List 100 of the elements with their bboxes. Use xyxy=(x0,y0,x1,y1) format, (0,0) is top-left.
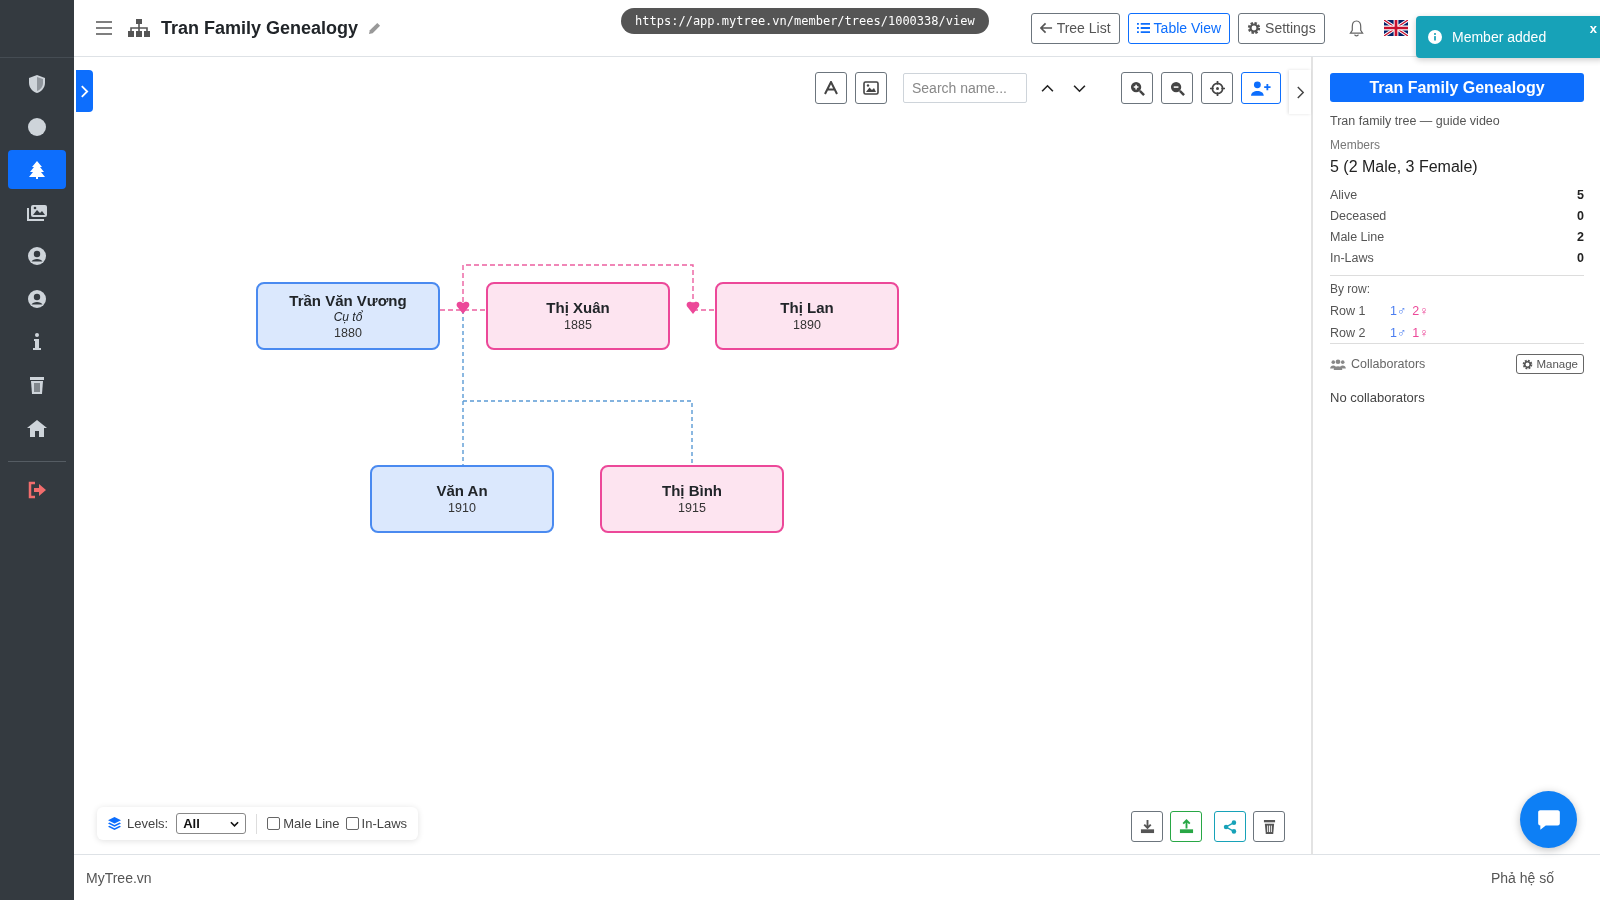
settings-icon xyxy=(1247,21,1262,35)
delete-button[interactable] xyxy=(1253,811,1285,842)
tree-icon xyxy=(27,159,47,180)
members-count: 5 (2 Male, 3 Female) xyxy=(1330,158,1479,176)
levels-select[interactable]: All xyxy=(176,813,247,834)
footer-brand: MyTree.vn xyxy=(86,869,152,886)
share-button[interactable] xyxy=(1214,811,1246,842)
layers-icon xyxy=(108,817,121,830)
inlaw-label: In-Laws xyxy=(1330,251,1374,267)
expand-sidebar-button[interactable] xyxy=(76,70,93,112)
person-card[interactable]: Văn An 1910 xyxy=(370,465,554,533)
person-card[interactable]: Trần Văn Vương Cụ tổ 1880 xyxy=(256,282,440,350)
levels-label: Levels: xyxy=(127,816,169,831)
header-button[interactable]: Tree List xyxy=(1030,12,1120,44)
alive-label: Alive xyxy=(1330,188,1358,204)
deceased-count: 0 xyxy=(1577,209,1584,225)
birth-year: 1910 xyxy=(448,500,476,516)
male-count: 2 xyxy=(1577,230,1584,246)
checkbox-label[interactable]: In-Laws xyxy=(361,816,408,831)
zoom-out-button[interactable] xyxy=(1161,72,1193,104)
trash-icon xyxy=(1262,819,1276,834)
male-count: 1♂ xyxy=(1390,304,1407,318)
birth-year: 1885 xyxy=(564,317,592,333)
male-count: 1♂ xyxy=(1390,326,1407,340)
letter-a-icon xyxy=(824,81,838,95)
by-row-label: By row: xyxy=(1330,282,1371,296)
upload-icon xyxy=(1178,819,1194,834)
female-count: 1♀ xyxy=(1412,326,1429,340)
upload-button[interactable] xyxy=(1170,811,1202,842)
person-name: Thị Xuân xyxy=(546,299,610,317)
user-plus-icon xyxy=(1251,80,1271,96)
female-count: 2♀ xyxy=(1412,304,1429,318)
person-card[interactable]: Thị Xuân 1885 xyxy=(486,282,670,350)
checkbox[interactable] xyxy=(267,817,281,830)
manage-button[interactable]: Manage xyxy=(1516,354,1584,374)
menu-icon xyxy=(96,21,112,35)
sidebar-tree-button[interactable] xyxy=(8,150,66,189)
chat-button[interactable] xyxy=(1520,791,1577,848)
user-icon xyxy=(27,245,47,266)
heart-icon xyxy=(686,301,700,314)
trash-icon xyxy=(27,374,47,395)
edit-icon[interactable] xyxy=(368,21,382,35)
inlaw-count: 0 xyxy=(1577,251,1584,267)
list-icon xyxy=(1136,22,1150,34)
user-icon xyxy=(27,288,47,309)
image-icon xyxy=(863,81,879,95)
members-label: Members xyxy=(1330,138,1381,152)
checkbox-label[interactable]: Male Line xyxy=(283,816,340,831)
header-button[interactable]: Settings xyxy=(1238,12,1325,44)
toast-message: Member added xyxy=(1452,29,1547,45)
info-icon xyxy=(1428,30,1442,44)
search-field[interactable]: Search name... xyxy=(903,73,1027,103)
add-member-button[interactable] xyxy=(1241,72,1281,104)
row-label: Row 2 xyxy=(1330,326,1367,340)
url-pill: https://app.mytree.vn/member/trees/1000338/view xyxy=(621,8,989,34)
flag-icon[interactable] xyxy=(1383,20,1408,36)
arrow-left-icon xyxy=(1039,22,1053,34)
person-card[interactable]: Thị Lan 1890 xyxy=(715,282,899,350)
tree-description: Tran family tree — guide video xyxy=(1330,114,1501,128)
panel-title: Tran Family Genealogy xyxy=(1330,73,1584,102)
images-icon xyxy=(26,202,48,223)
circle-icon xyxy=(27,116,47,137)
text-button[interactable] xyxy=(815,72,847,104)
chevron-up-icon xyxy=(1040,83,1054,93)
male-label: Male Line xyxy=(1330,230,1385,246)
checkbox[interactable] xyxy=(345,817,359,830)
chat-bubble-icon xyxy=(1535,807,1562,832)
tree-title: Tran Family Genealogy xyxy=(161,17,359,39)
person-name: Thị Lan xyxy=(780,299,834,317)
logout-icon xyxy=(27,479,47,500)
person-card[interactable]: Thị Bình 1915 xyxy=(600,465,784,533)
users-icon xyxy=(1330,358,1346,370)
birth-year: 1890 xyxy=(793,317,821,333)
collapse-panel-button[interactable] xyxy=(1289,70,1311,114)
birth-year: 1915 xyxy=(678,500,706,516)
image-button[interactable] xyxy=(855,72,887,104)
crosshair-icon xyxy=(1209,80,1225,96)
person-title: Cụ tổ xyxy=(333,309,363,325)
person-name: Thị Bình xyxy=(662,482,722,500)
heart-icon xyxy=(456,301,470,314)
empty-collaborators-text: No collaborators xyxy=(1330,390,1426,405)
zoom-out-icon xyxy=(1169,80,1185,96)
download-button[interactable] xyxy=(1131,811,1163,842)
deceased-label: Deceased xyxy=(1330,209,1387,225)
menu-button[interactable] xyxy=(96,21,112,35)
settings-icon xyxy=(1522,358,1534,370)
header-button[interactable]: Table View xyxy=(1127,12,1231,44)
alive-count: 5 xyxy=(1577,188,1584,204)
chevron-down-icon xyxy=(1072,83,1086,93)
footer-text: Phả hệ số xyxy=(1490,869,1554,886)
notification-bell-icon[interactable] xyxy=(1348,19,1364,37)
caret-icon xyxy=(230,820,240,827)
zoom-in-icon xyxy=(1129,80,1145,96)
chevron-right-icon xyxy=(80,83,89,99)
collaborators-label: Collaborators xyxy=(1351,357,1427,371)
crosshair-button[interactable] xyxy=(1201,72,1233,104)
zoom-in-button[interactable] xyxy=(1121,72,1153,104)
home-icon xyxy=(26,417,48,438)
person-name: Trần Văn Vương xyxy=(289,291,407,310)
person-name: Văn An xyxy=(436,482,488,500)
